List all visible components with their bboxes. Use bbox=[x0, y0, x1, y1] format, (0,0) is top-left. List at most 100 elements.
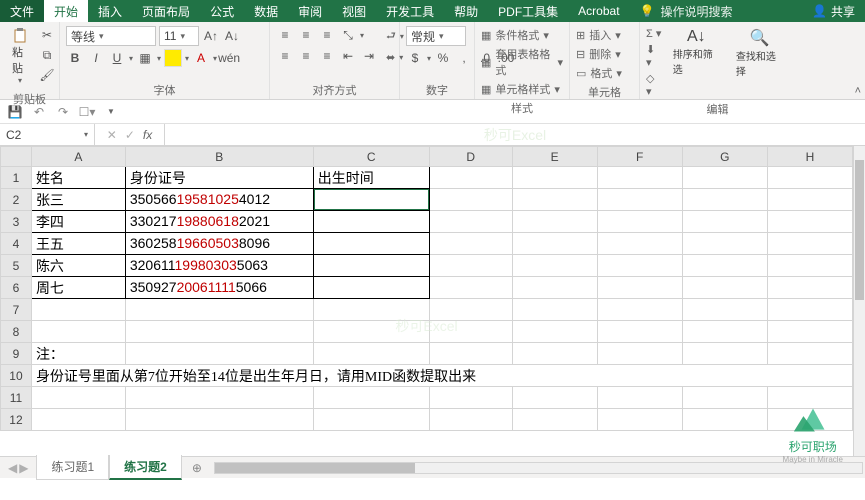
cell[interactable] bbox=[597, 321, 682, 343]
cell[interactable] bbox=[597, 277, 682, 299]
column-header[interactable]: H bbox=[767, 147, 852, 167]
cancel-icon[interactable]: ✕ bbox=[107, 128, 117, 142]
cell[interactable] bbox=[31, 299, 125, 321]
column-header[interactable]: G bbox=[682, 147, 767, 167]
phonetic-icon[interactable]: wén bbox=[220, 49, 238, 67]
cell[interactable] bbox=[682, 189, 767, 211]
redo-icon[interactable]: ↷ bbox=[54, 103, 72, 121]
cell[interactable] bbox=[767, 167, 852, 189]
font-family-combo[interactable]: 等线▾ bbox=[66, 26, 156, 46]
cell[interactable]: 身份证号 bbox=[125, 167, 313, 189]
align-top-icon[interactable]: ≡ bbox=[276, 26, 294, 44]
cell[interactable] bbox=[125, 343, 313, 365]
select-all-corner[interactable] bbox=[1, 147, 32, 167]
cell[interactable] bbox=[682, 211, 767, 233]
insert-cells-button[interactable]: ⊞ 插入 ▾ bbox=[576, 26, 622, 44]
tab-Acrobat[interactable]: Acrobat bbox=[568, 0, 629, 22]
cell[interactable] bbox=[767, 255, 852, 277]
cell[interactable] bbox=[313, 321, 429, 343]
cell[interactable] bbox=[429, 409, 512, 431]
tab-插入[interactable]: 插入 bbox=[88, 0, 132, 22]
cell[interactable] bbox=[512, 255, 597, 277]
bold-button[interactable]: B bbox=[66, 49, 84, 67]
cell[interactable] bbox=[429, 387, 512, 409]
tell-me-search[interactable]: 💡 操作说明搜索 bbox=[630, 0, 743, 22]
autosum-button[interactable]: Σ ▾ bbox=[646, 26, 663, 41]
vertical-scrollbar[interactable] bbox=[853, 146, 865, 456]
cell[interactable] bbox=[429, 233, 512, 255]
copy-icon[interactable]: ⧉ bbox=[38, 46, 56, 64]
cell[interactable] bbox=[767, 321, 852, 343]
cell[interactable] bbox=[313, 189, 429, 211]
cell[interactable] bbox=[512, 321, 597, 343]
cell[interactable] bbox=[682, 299, 767, 321]
paste-button[interactable]: 粘贴 ▾ bbox=[6, 24, 34, 89]
cell[interactable]: 李四 bbox=[31, 211, 125, 233]
align-center-icon[interactable]: ≡ bbox=[297, 47, 315, 65]
enter-icon[interactable]: ✓ bbox=[125, 128, 135, 142]
name-box[interactable]: C2▾ bbox=[0, 124, 95, 145]
format-as-table-button[interactable]: ▦ 套用表格格式 ▾ bbox=[481, 45, 563, 79]
cell[interactable] bbox=[767, 387, 852, 409]
cell[interactable] bbox=[767, 189, 852, 211]
cell[interactable]: 姓名 bbox=[31, 167, 125, 189]
tab-页面布局[interactable]: 页面布局 bbox=[132, 0, 200, 22]
cell[interactable] bbox=[512, 343, 597, 365]
cell[interactable] bbox=[597, 343, 682, 365]
cell[interactable] bbox=[429, 299, 512, 321]
format-cells-button[interactable]: ▭ 格式 ▾ bbox=[576, 64, 622, 82]
column-header[interactable]: D bbox=[429, 147, 512, 167]
cell[interactable] bbox=[682, 387, 767, 409]
cell[interactable] bbox=[767, 299, 852, 321]
cell[interactable] bbox=[31, 321, 125, 343]
font-size-combo[interactable]: 11▾ bbox=[159, 26, 199, 46]
cell[interactable] bbox=[767, 409, 852, 431]
column-header[interactable]: E bbox=[512, 147, 597, 167]
row-header[interactable]: 1 bbox=[1, 167, 32, 189]
font-color-button[interactable]: A bbox=[192, 49, 210, 67]
cell[interactable] bbox=[125, 409, 313, 431]
clear-button[interactable]: ◇ ▾ bbox=[646, 71, 663, 99]
cell[interactable]: 周七 bbox=[31, 277, 125, 299]
cell[interactable]: 注： bbox=[31, 343, 125, 365]
row-header[interactable]: 5 bbox=[1, 255, 32, 277]
new-sheet-button[interactable]: ⊕ bbox=[182, 461, 212, 475]
cell[interactable]: 王五 bbox=[31, 233, 125, 255]
cell[interactable] bbox=[682, 343, 767, 365]
find-select-button[interactable]: 🔍 查找和选择 bbox=[730, 24, 789, 82]
tab-scroll-left-icon[interactable]: ◀ bbox=[8, 461, 17, 475]
cell[interactable] bbox=[767, 277, 852, 299]
collapse-ribbon-icon[interactable]: ˄ bbox=[855, 85, 861, 97]
row-header[interactable]: 6 bbox=[1, 277, 32, 299]
cell[interactable] bbox=[597, 255, 682, 277]
cell[interactable]: 350927200611115066 bbox=[125, 277, 313, 299]
tab-数据[interactable]: 数据 bbox=[244, 0, 288, 22]
cell[interactable] bbox=[512, 211, 597, 233]
cell[interactable] bbox=[313, 343, 429, 365]
cell-styles-button[interactable]: ▦ 单元格样式 ▾ bbox=[481, 80, 563, 98]
tab-开始[interactable]: 开始 bbox=[44, 0, 88, 22]
sheet-tab[interactable]: 练习题2 bbox=[109, 455, 182, 480]
qat-customize-icon[interactable]: ▼ bbox=[102, 103, 120, 121]
cell[interactable] bbox=[682, 277, 767, 299]
decrease-indent-icon[interactable]: ⇤ bbox=[339, 47, 357, 65]
row-header[interactable]: 10 bbox=[1, 365, 32, 387]
column-header[interactable]: F bbox=[597, 147, 682, 167]
fill-color-button[interactable] bbox=[164, 49, 182, 67]
cell[interactable] bbox=[31, 409, 125, 431]
align-left-icon[interactable]: ≡ bbox=[276, 47, 294, 65]
orientation-icon[interactable]: ⤡ bbox=[339, 26, 357, 44]
row-header[interactable]: 3 bbox=[1, 211, 32, 233]
cell[interactable] bbox=[597, 409, 682, 431]
cell[interactable] bbox=[512, 189, 597, 211]
cell[interactable] bbox=[125, 299, 313, 321]
cell[interactable]: 陈六 bbox=[31, 255, 125, 277]
cell[interactable]: 320611199803035063 bbox=[125, 255, 313, 277]
sort-filter-button[interactable]: A↓ 排序和筛选 bbox=[667, 24, 726, 80]
cell[interactable] bbox=[597, 167, 682, 189]
cell[interactable] bbox=[512, 233, 597, 255]
cell[interactable]: 身份证号里面从第7位开始至14位是出生年月日，请用MID函数提取出来 bbox=[31, 365, 852, 387]
tab-file[interactable]: 文件 bbox=[0, 0, 44, 22]
format-painter-icon[interactable]: 🖌 bbox=[38, 66, 56, 84]
cell[interactable] bbox=[512, 167, 597, 189]
